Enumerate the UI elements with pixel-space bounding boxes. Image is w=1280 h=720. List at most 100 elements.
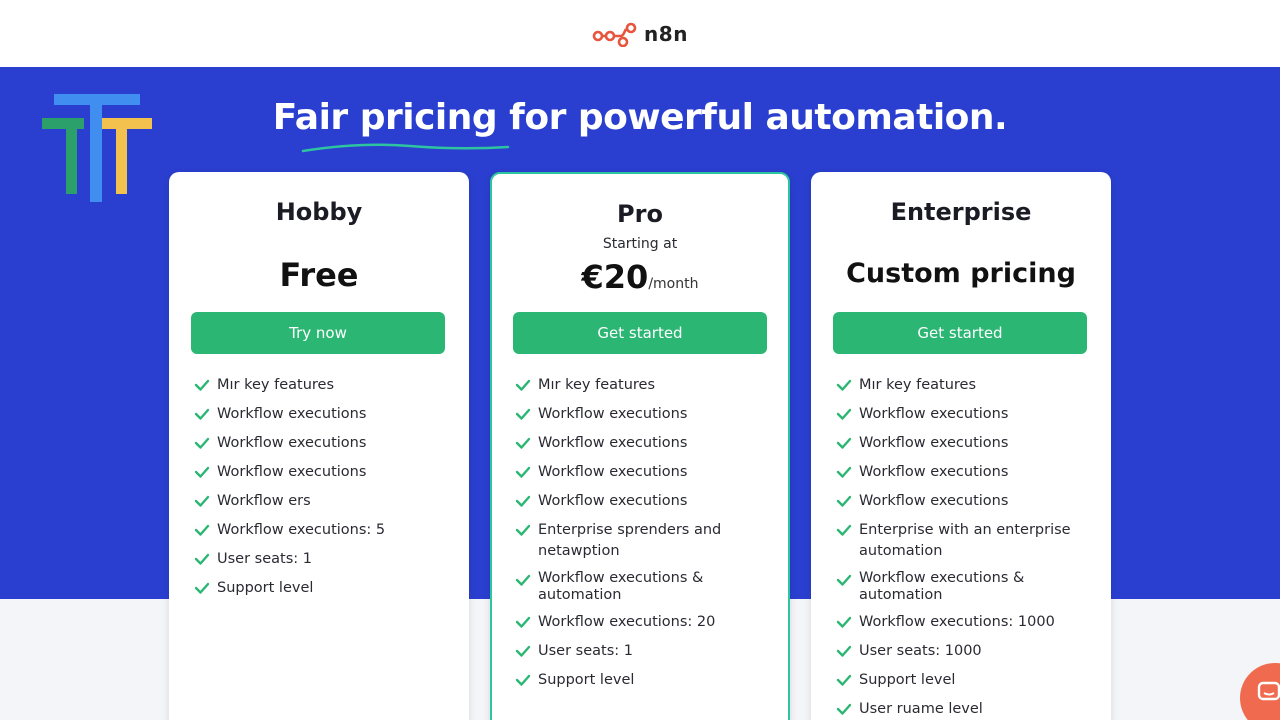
feature-text: Workflow executions: [859, 493, 1009, 509]
check-icon: [194, 495, 210, 507]
feature-text: Enterprise sprenders and netawption: [538, 522, 722, 559]
feature-text: Workflow executions: [859, 464, 1009, 480]
feature-item: Workflow executions: [191, 433, 461, 454]
feature-text: Support level: [217, 580, 314, 596]
feature-item: User seats: 1000: [833, 641, 1103, 662]
feature-text: Mır key features: [538, 377, 656, 393]
feature-item: Support level: [191, 578, 461, 599]
check-icon: [836, 674, 852, 686]
feature-item: User ruame level: [833, 699, 1103, 720]
feature-text: Workflow executions & automation: [538, 570, 704, 603]
feature-text: User seats: 1000: [859, 643, 982, 659]
check-icon: [836, 495, 852, 507]
pricing-card-hobby: Hobby Free Try now Mır key features Work…: [169, 172, 469, 720]
check-icon: [836, 524, 852, 536]
feature-list: Mır key features Workflow executions Wor…: [512, 375, 782, 699]
feature-text: Mır key features: [217, 377, 335, 393]
feature-item: Workflow executions: [191, 462, 461, 483]
feature-text: Workflow executions: 1000: [859, 614, 1055, 630]
feature-text: Workflow executions: [538, 435, 688, 451]
feature-item: Workflow executions: [512, 462, 782, 483]
check-icon: [515, 574, 531, 586]
check-icon: [194, 582, 210, 594]
try-now-button[interactable]: Try now: [191, 312, 445, 354]
feature-text: Workflow executions: [538, 464, 688, 480]
logo-text: n8n: [644, 21, 688, 46]
feature-text: Enterprise with an enterprise automation: [859, 522, 1071, 559]
feature-text: Workflow executions: [538, 493, 688, 509]
feature-text: Workflow executions: [217, 435, 367, 451]
feature-list: Mır key features Workflow executions Wor…: [833, 375, 1103, 720]
feature-text: Workflow executions: [538, 406, 688, 422]
feature-text: Support level: [859, 672, 956, 688]
plan-subtitle: Starting at: [602, 236, 678, 252]
check-icon: [836, 645, 852, 657]
headline-underline: [301, 143, 510, 153]
feature-item: Workflow executions: [833, 433, 1103, 454]
feature-item: Workflow executions: [833, 491, 1103, 512]
pricing-card-pro: Pro Starting at €20/month Get started Mı…: [490, 172, 790, 720]
feature-list: Mır key features Workflow executions Wor…: [191, 375, 461, 607]
feature-item: Workflow executions: 5: [191, 520, 461, 541]
chat-icon: [1257, 681, 1280, 701]
feature-item: Mır key features: [191, 375, 461, 396]
feature-item: User seats: 1: [191, 549, 461, 570]
feature-item: Support level: [833, 670, 1103, 691]
check-icon: [836, 574, 852, 586]
n8n-logo[interactable]: n8n: [592, 21, 688, 47]
check-icon: [194, 437, 210, 449]
price-amount: €20: [581, 258, 649, 296]
feature-item: Workflow executions: 1000: [833, 612, 1103, 633]
feature-item: Support level: [512, 670, 782, 691]
feature-item: Workflow executions: [833, 404, 1103, 425]
plan-price: €20/month: [492, 258, 788, 296]
feature-text: User seats: 1: [217, 551, 312, 567]
check-icon: [515, 379, 531, 391]
check-icon: [194, 408, 210, 420]
plan-name: Hobby: [275, 198, 363, 226]
feature-item: Mır key features: [833, 375, 1103, 396]
feature-item: Workflow ers: [191, 491, 461, 512]
plan-price: Free: [279, 256, 359, 294]
pricing-card-enterprise: Enterprise Custom pricing Get started Mı…: [811, 172, 1111, 720]
feature-item: Workflow executions: [833, 462, 1103, 483]
check-icon: [836, 466, 852, 478]
feature-text: User ruame level: [859, 701, 983, 717]
feature-text: Workflow executions: [859, 406, 1009, 422]
check-icon: [515, 616, 531, 628]
feature-text: Workflow executions: 20: [538, 614, 716, 630]
plan-price: Custom pricing: [846, 258, 1076, 289]
feature-item: Workflow executions & automation: [833, 570, 1103, 604]
price-unit: /month: [648, 276, 699, 292]
get-started-button[interactable]: Get started: [513, 312, 767, 354]
n8n-nodes-icon: [592, 22, 637, 47]
feature-text: Support level: [538, 672, 635, 688]
check-icon: [194, 466, 210, 478]
feature-text: Workflow executions: [217, 406, 367, 422]
feature-text: Workflow ers: [217, 493, 311, 509]
feature-item: Workflow executions: [512, 491, 782, 512]
check-icon: [515, 674, 531, 686]
check-icon: [836, 703, 852, 715]
feature-text: Workflow executions: [859, 435, 1009, 451]
feature-item: Workflow executions & automation: [512, 570, 782, 604]
feature-item: User seats: 1: [512, 641, 782, 662]
feature-text: User seats: 1: [538, 643, 633, 659]
top-bar: n8n: [0, 0, 1280, 67]
check-icon: [836, 408, 852, 420]
feature-item: Workflow executions: 20: [512, 612, 782, 633]
check-icon: [836, 379, 852, 391]
check-icon: [515, 645, 531, 657]
feature-item: Enterprise with an enterprise automation: [833, 520, 1103, 562]
check-icon: [515, 524, 531, 536]
plan-name: Enterprise: [890, 198, 1032, 226]
check-icon: [194, 524, 210, 536]
check-icon: [836, 616, 852, 628]
check-icon: [515, 466, 531, 478]
feature-item: Workflow executions: [512, 433, 782, 454]
get-started-button[interactable]: Get started: [833, 312, 1087, 354]
check-icon: [194, 553, 210, 565]
feature-item: Workflow executions: [191, 404, 461, 425]
feature-text: Workflow executions: [217, 464, 367, 480]
feature-text: Mır key features: [859, 377, 977, 393]
